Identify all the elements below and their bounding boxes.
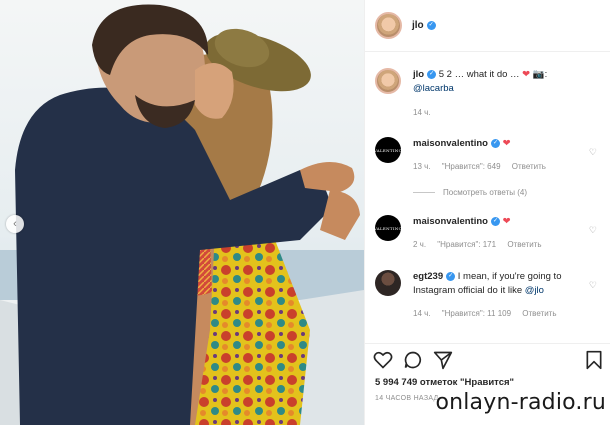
comment-mention-link[interactable]: @jlo bbox=[525, 285, 544, 296]
likes-count[interactable]: 5 994 749 отметок "Нравится" bbox=[375, 377, 514, 388]
commenter-username[interactable]: maisonvalentino bbox=[413, 138, 488, 149]
caption-text: 5 2 … what it do … bbox=[438, 69, 520, 80]
view-replies-label: Посмотреть ответы (4) bbox=[443, 188, 528, 197]
reply-button[interactable]: Ответить bbox=[522, 309, 556, 318]
share-icon[interactable] bbox=[433, 350, 453, 370]
previous-photo-button[interactable]: ‹ bbox=[6, 215, 24, 233]
list-item: egt239 ✓ I mean, if you're going to Insta… bbox=[375, 270, 603, 321]
comment-time: 14 ч. bbox=[413, 309, 431, 318]
comment-likes[interactable]: "Нравится": 171 bbox=[437, 240, 496, 249]
caption-mention-link[interactable]: @lacarba bbox=[413, 83, 454, 94]
post-caption: jlo ✓ 5 2 … what it do … ❤ 📷: @lacarba 14… bbox=[375, 68, 603, 120]
comment-time: 13 ч. bbox=[413, 162, 431, 171]
bookmark-icon[interactable] bbox=[585, 350, 603, 370]
author-avatar[interactable] bbox=[375, 12, 402, 39]
caption-author-avatar[interactable] bbox=[375, 68, 401, 94]
verified-badge-icon: ✓ bbox=[427, 69, 437, 79]
commenter-avatar[interactable] bbox=[375, 270, 401, 296]
list-item: VALENTINO maisonvalentino ✓ ❤ 13 ч. "Нрав… bbox=[374, 137, 603, 174]
commenter-avatar[interactable]: VALENTINO bbox=[374, 215, 402, 241]
post-timestamp: 14 ЧАСОВ НАЗАД bbox=[375, 395, 439, 402]
heart-icon[interactable] bbox=[373, 350, 393, 370]
verified-badge-icon: ✓ bbox=[490, 216, 500, 226]
caption-author-username[interactable]: jlo bbox=[413, 69, 424, 80]
verified-badge-icon: ✓ bbox=[490, 138, 500, 148]
commenter-username[interactable]: maisonvalentino bbox=[413, 216, 488, 227]
heart-emoji-icon: ❤ bbox=[522, 69, 531, 80]
heart-emoji-icon: ❤ bbox=[502, 138, 511, 149]
comment-likes[interactable]: "Нравится": 649 bbox=[442, 162, 501, 171]
comment-time: 2 ч. bbox=[413, 240, 427, 249]
comment-likes[interactable]: "Нравится": 11 109 bbox=[442, 309, 511, 318]
reply-button[interactable]: Ответить bbox=[507, 240, 541, 249]
like-comment-heart-icon[interactable]: ♡ bbox=[589, 225, 597, 236]
divider bbox=[413, 192, 435, 193]
post-photo[interactable]: ‹ bbox=[0, 0, 364, 425]
verified-badge-icon: ✓ bbox=[446, 271, 456, 281]
commenter-username[interactable]: egt239 bbox=[413, 271, 443, 282]
chevron-left-icon: ‹ bbox=[13, 218, 17, 230]
site-watermark: onlayn-radio.ru bbox=[435, 390, 606, 415]
verified-badge-icon: ✓ bbox=[426, 21, 436, 30]
commenter-avatar[interactable]: VALENTINO bbox=[374, 137, 402, 163]
post-header: jlo ✓ bbox=[365, 0, 610, 52]
post-photo-image bbox=[0, 0, 364, 425]
caption-time: 14 ч. bbox=[413, 108, 431, 117]
comments-list[interactable]: jlo ✓ 5 2 … what it do … ❤ 📷: @lacarba 14… bbox=[365, 60, 610, 343]
post-panel: jlo ✓ jlo ✓ 5 2 … what it do … ❤ 📷: @laca… bbox=[364, 0, 610, 425]
author-username[interactable]: jlo bbox=[412, 20, 424, 31]
heart-emoji-icon: ❤ bbox=[502, 216, 511, 227]
like-comment-heart-icon[interactable]: ♡ bbox=[589, 147, 597, 158]
camera-emoji-icon: 📷 bbox=[532, 69, 545, 80]
reply-button[interactable]: Ответить bbox=[512, 162, 546, 171]
list-item: VALENTINO maisonvalentino ✓ ❤ 2 ч. "Нрави… bbox=[374, 215, 603, 252]
like-comment-heart-icon[interactable]: ♡ bbox=[589, 280, 597, 291]
view-replies-button[interactable]: Посмотреть ответы (4) bbox=[413, 188, 527, 197]
comment-icon[interactable] bbox=[403, 350, 423, 370]
